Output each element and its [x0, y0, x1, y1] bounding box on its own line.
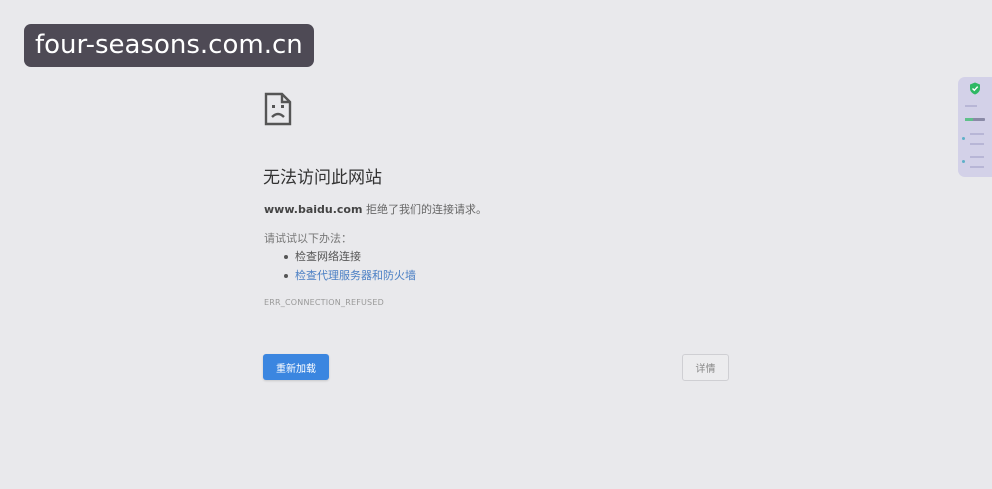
reload-button[interactable]: 重新加载: [263, 354, 329, 380]
widget-line: [970, 156, 984, 158]
host-name: www.baidu.com: [264, 203, 363, 216]
suggestion-check-proxy-link[interactable]: 检查代理服务器和防火墙: [284, 268, 416, 287]
error-code: ERR_CONNECTION_REFUSED: [264, 298, 384, 307]
suggestions-list: 检查网络连接 检查代理服务器和防火墙: [284, 249, 416, 287]
suggestions-heading: 请试试以下办法：: [264, 232, 352, 245]
details-button[interactable]: 详情: [682, 354, 729, 381]
widget-line: [970, 143, 984, 145]
widget-line: [970, 133, 984, 135]
side-floating-widget[interactable]: [958, 77, 992, 177]
widget-dot: [962, 160, 965, 163]
shield-check-icon: [970, 82, 980, 95]
browser-error-page: four-seasons.com.cn 无法访问此网站 www.baidu.co…: [0, 0, 992, 489]
sad-page-icon: [264, 92, 292, 126]
widget-dot: [962, 137, 965, 140]
suggestion-check-network: 检查网络连接: [284, 249, 416, 268]
refused-message: www.baidu.com 拒绝了我们的连接请求。: [264, 201, 487, 217]
watermark-label: four-seasons.com.cn: [24, 24, 314, 67]
widget-progress-bar: [965, 118, 985, 121]
widget-line: [965, 105, 977, 107]
page-title: 无法访问此网站: [263, 168, 382, 188]
refused-text: 拒绝了我们的连接请求。: [362, 203, 487, 216]
widget-line: [970, 166, 984, 168]
